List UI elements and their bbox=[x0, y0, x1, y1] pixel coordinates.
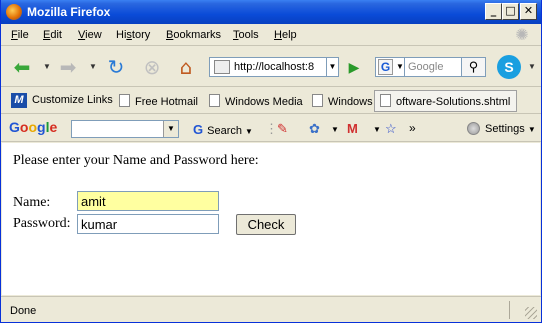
go-arrow-icon[interactable]: ▶ bbox=[343, 57, 365, 77]
gmail-dropdown-icon[interactable]: ▼ bbox=[373, 125, 381, 134]
page-icon bbox=[312, 94, 323, 107]
throbber-icon: ✺ bbox=[515, 27, 529, 44]
stop-icon[interactable]: ⊗ bbox=[139, 55, 165, 79]
search-input[interactable]: Google bbox=[405, 57, 462, 77]
page-icon bbox=[119, 94, 130, 107]
address-text[interactable]: http://localhost:8 bbox=[234, 61, 326, 73]
browser-window: Mozilla Firefox _ □ ✕ File Edit View His… bbox=[0, 0, 542, 323]
address-dropdown-icon[interactable]: ▼ bbox=[327, 57, 339, 77]
title-bar: Mozilla Firefox _ □ ✕ bbox=[1, 0, 541, 24]
customize-links-icon: M bbox=[11, 93, 27, 108]
maximize-button[interactable]: □ bbox=[502, 3, 519, 20]
back-dropdown-icon[interactable]: ▼ bbox=[43, 62, 51, 71]
page-instructions: Please enter your Name and Password here… bbox=[13, 153, 259, 168]
page-icon bbox=[380, 94, 391, 107]
skype-icon[interactable]: S bbox=[497, 55, 521, 79]
engine-dropdown-icon[interactable]: ▼ bbox=[396, 62, 404, 71]
status-text: Done bbox=[10, 305, 37, 317]
menu-file[interactable]: File bbox=[11, 29, 29, 41]
bookmark-free-hotmail[interactable]: Free Hotmail bbox=[119, 94, 198, 108]
magnifier-icon[interactable]: ⚲ bbox=[462, 57, 486, 77]
menu-history[interactable]: History bbox=[116, 29, 150, 41]
name-input[interactable]: amit bbox=[77, 191, 219, 211]
bookmark-software-solutions[interactable]: oftware-Solutions.shtml bbox=[380, 94, 510, 108]
gmail-icon[interactable]: M bbox=[347, 121, 358, 136]
bookmark-star-tool-icon[interactable]: ✎ bbox=[277, 121, 288, 137]
star-icon[interactable]: ☆ bbox=[385, 121, 397, 137]
puzzle-dropdown-icon[interactable]: ▼ bbox=[331, 125, 339, 134]
page-favicon-icon bbox=[214, 60, 230, 74]
skype-dropdown-icon[interactable]: ▼ bbox=[528, 62, 536, 71]
reload-icon[interactable]: ↻ bbox=[103, 55, 129, 79]
forward-arrow-icon[interactable]: ➡ bbox=[55, 55, 81, 79]
google-input-dropdown-icon[interactable]: ▼ bbox=[163, 121, 178, 137]
more-chevron-icon[interactable]: » bbox=[409, 121, 416, 135]
menu-tools[interactable]: Tools bbox=[233, 29, 259, 41]
menu-bar: File Edit View History Bookmarks Tools H… bbox=[1, 24, 541, 46]
password-label: Password: bbox=[13, 216, 71, 231]
search-engine-selector[interactable]: G ▼ bbox=[375, 57, 405, 77]
name-label: Name: bbox=[13, 195, 51, 210]
home-icon[interactable]: ⌂ bbox=[173, 55, 199, 79]
google-search-button[interactable]: G Search ▼ bbox=[193, 122, 253, 137]
window-title: Mozilla Firefox bbox=[27, 5, 111, 19]
google-logo: Google bbox=[9, 119, 58, 135]
puzzle-icon[interactable]: ✿ bbox=[309, 121, 320, 137]
back-arrow-icon[interactable]: ⬅ bbox=[9, 55, 35, 79]
google-g-icon: G bbox=[378, 59, 393, 75]
status-bar: Done bbox=[1, 296, 541, 322]
check-button[interactable]: Check bbox=[236, 214, 296, 235]
bookmarks-toolbar: M Customize Links Free Hotmail Windows M… bbox=[1, 88, 541, 114]
address-bar[interactable]: http://localhost:8 bbox=[209, 57, 327, 77]
menu-edit[interactable]: Edit bbox=[43, 29, 62, 41]
google-settings-button[interactable]: Settings ▼ bbox=[467, 122, 536, 135]
password-input[interactable]: kumar bbox=[77, 214, 219, 234]
minimize-button[interactable]: _ bbox=[485, 3, 502, 20]
status-divider bbox=[509, 301, 510, 319]
close-button[interactable]: ✕ bbox=[520, 3, 537, 20]
firefox-icon bbox=[6, 4, 22, 20]
resize-grip-icon[interactable] bbox=[525, 307, 537, 319]
menu-bookmarks[interactable]: Bookmarks bbox=[166, 29, 221, 41]
google-g-icon: G bbox=[193, 122, 204, 137]
page-content: Please enter your Name and Password here… bbox=[2, 143, 540, 295]
bookmark-windows-media[interactable]: Windows Media bbox=[209, 94, 303, 108]
menu-help[interactable]: Help bbox=[274, 29, 297, 41]
google-toolbar: Google ▼ G Search ▼ ⋮ ✎ ✿ ▼ M ▼ ☆ » Setti… bbox=[1, 115, 541, 142]
menu-view[interactable]: View bbox=[78, 29, 102, 41]
bookmark-customize-links[interactable]: Customize Links bbox=[32, 94, 113, 106]
page-icon bbox=[209, 94, 220, 107]
bookmark-windows[interactable]: Windows bbox=[312, 94, 373, 108]
navigation-toolbar: ⬅ ▼ ➡ ▼ ↻ ⊗ ⌂ http://localhost:8 ▼ ▶ G ▼… bbox=[1, 47, 541, 87]
settings-icon bbox=[467, 122, 480, 135]
google-search-input[interactable]: ▼ bbox=[71, 120, 179, 138]
forward-dropdown-icon[interactable]: ▼ bbox=[89, 62, 97, 71]
